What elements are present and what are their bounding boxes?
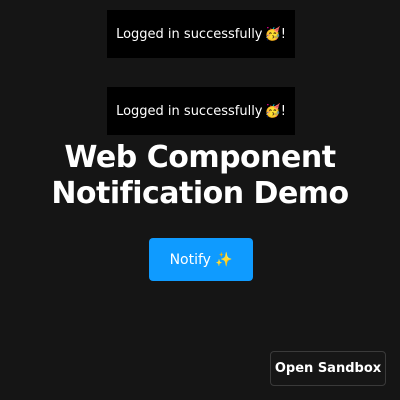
toast-message: Logged in successfully (116, 26, 263, 42)
toast-message: Logged in successfully (116, 103, 263, 119)
notify-button-label: Notify (169, 251, 211, 268)
sparkles-icon: ✨ (214, 251, 233, 268)
notify-button[interactable]: Notify ✨ (149, 238, 253, 281)
page-title: Web Component Notification Demo (0, 140, 400, 212)
page-title-line1: Web Component (64, 140, 336, 175)
toast-suffix: ! (280, 26, 286, 42)
toast-suffix: ! (280, 103, 286, 119)
page-title-line2: Notification Demo (51, 176, 349, 211)
open-sandbox-button[interactable]: Open Sandbox (270, 351, 386, 386)
notification-toast: Logged in successfully 🥳! (107, 10, 295, 58)
notification-toast: Logged in successfully 🥳! (107, 87, 295, 135)
party-emoji-icon: 🥳 (264, 103, 281, 119)
demo-page: Logged in successfully 🥳! Logged in succ… (0, 0, 400, 400)
party-emoji-icon: 🥳 (264, 26, 281, 42)
